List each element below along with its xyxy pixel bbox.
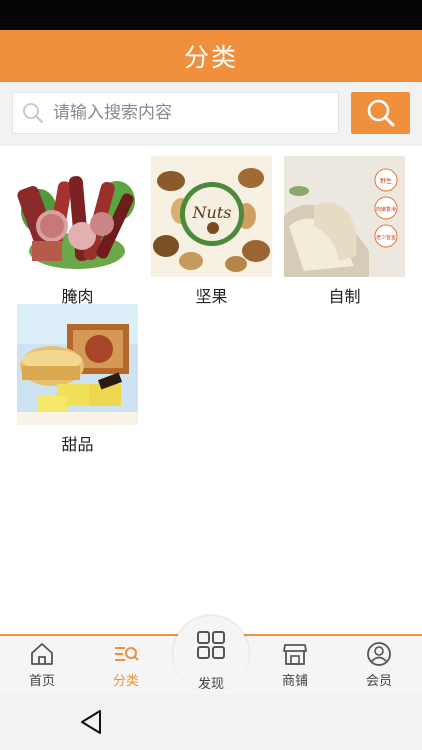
tab-label: 会员 <box>365 674 392 689</box>
nuts-image: Nuts <box>151 156 272 277</box>
tab-label: 发现 <box>197 677 224 692</box>
category-label: 甜品 <box>61 435 94 454</box>
category-item-nuts[interactable]: Nuts 坚果 <box>151 156 272 307</box>
category-item-cured-meat[interactable]: 腌肉 <box>17 156 138 307</box>
tab-member[interactable]: 会员 <box>337 636 421 694</box>
badge-text: 肉嫩香滑 <box>376 206 396 213</box>
category-label: 坚果 <box>195 287 228 306</box>
back-icon[interactable] <box>78 708 104 736</box>
category-icon <box>115 647 139 661</box>
tab-home[interactable]: 首页 <box>0 636 84 694</box>
category-item-dessert[interactable]: 甜品 <box>17 304 138 455</box>
category-item-homemade[interactable]: 野生 肉嫩香滑 老少皆宜 自制 <box>284 156 405 307</box>
discover-icon <box>197 631 225 659</box>
search-area <box>0 82 422 146</box>
tab-label: 分类 <box>112 674 139 689</box>
system-nav-bar <box>0 694 422 750</box>
homemade-food-image: 野生 肉嫩香滑 老少皆宜 <box>284 156 405 277</box>
shop-icon <box>283 644 307 665</box>
search-icon <box>13 93 53 133</box>
search-input[interactable] <box>53 103 323 123</box>
page-title: 分类 <box>183 43 238 72</box>
search-button[interactable] <box>351 92 410 134</box>
category-label: 自制 <box>328 287 361 306</box>
badge-text: 老少皆宜 <box>376 234 396 241</box>
member-icon <box>367 642 391 666</box>
badge-text: 野生 <box>380 177 392 185</box>
cured-meat-image <box>17 156 138 277</box>
home-icon <box>31 643 53 665</box>
tab-label: 商铺 <box>281 674 308 689</box>
search-icon <box>367 99 394 127</box>
dessert-image <box>17 304 138 425</box>
header-bar: 分类 <box>0 30 422 82</box>
tab-category[interactable]: 分类 <box>84 636 168 694</box>
tab-shop[interactable]: 商铺 <box>253 636 337 694</box>
status-bar <box>0 0 422 30</box>
tab-label: 首页 <box>28 674 55 689</box>
nuts-logo-text: Nuts <box>192 203 232 222</box>
search-box <box>12 92 339 134</box>
